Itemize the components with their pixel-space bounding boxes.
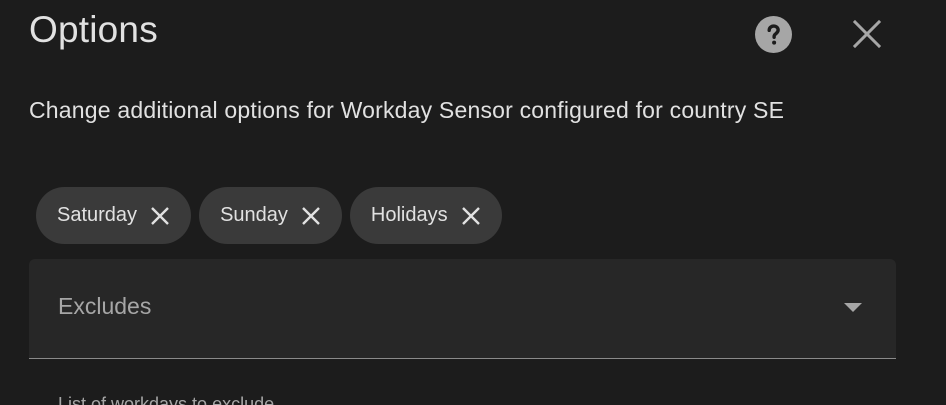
excludes-select[interactable]: Excludes xyxy=(29,259,896,359)
chip-saturday[interactable]: Saturday xyxy=(36,187,192,244)
dialog-title: Options xyxy=(29,9,158,50)
chip-remove-button[interactable] xyxy=(298,203,324,229)
options-dialog: Options Change additional options for Wo… xyxy=(0,0,946,405)
chip-remove-button[interactable] xyxy=(458,203,484,229)
chip-sunday[interactable]: Sunday xyxy=(199,187,342,244)
dialog-description: Change additional options for Workday Se… xyxy=(29,97,785,123)
help-circle-icon xyxy=(755,16,792,53)
selected-chips: Saturday Sunday Holidays xyxy=(36,187,502,244)
close-icon xyxy=(461,206,480,225)
chip-label: Sunday xyxy=(220,204,288,226)
close-icon xyxy=(151,206,169,225)
close-icon xyxy=(302,206,320,225)
chip-label: Saturday xyxy=(57,204,138,226)
close-button[interactable] xyxy=(847,14,887,54)
chip-label: Holidays xyxy=(370,204,448,226)
help-button[interactable] xyxy=(755,16,792,53)
menu-down-icon xyxy=(844,303,862,312)
excludes-label: Excludes xyxy=(58,293,152,319)
chip-remove-button[interactable] xyxy=(147,203,173,229)
chip-holidays[interactable]: Holidays xyxy=(349,187,502,244)
excludes-helper-text: List of workdays to exclude xyxy=(58,394,275,405)
close-icon xyxy=(852,19,882,49)
